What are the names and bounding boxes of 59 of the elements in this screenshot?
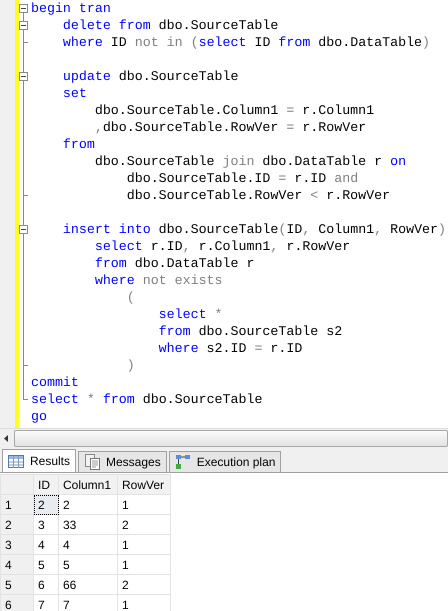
code-line: where ID not in (select ID from dbo.DataTable) <box>62 34 430 51</box>
code-line: delete from dbo.SourceTable <box>62 17 278 34</box>
code-line: from <box>62 136 95 153</box>
column-header[interactable]: ID <box>34 474 58 494</box>
table-cell: 5 <box>58 554 118 574</box>
code-line: dbo.SourceTable.Column1 = r.Column1 <box>94 102 374 119</box>
code-line: dbo.SourceTable.ID = r.ID and <box>126 170 358 187</box>
code-line: from dbo.DataTable r <box>94 255 254 272</box>
code-line: begin tran <box>31 0 111 17</box>
table-cell: 3 <box>34 514 58 534</box>
collapse-icon[interactable] <box>19 72 28 81</box>
code-line: select * from dbo.SourceTable <box>31 391 262 408</box>
row-header[interactable]: 6 <box>0 594 34 611</box>
code-line: where s2.ID = r.ID <box>158 340 302 357</box>
collapse-icon[interactable] <box>19 4 28 13</box>
table-cell: 33 <box>58 514 118 534</box>
code-line: from dbo.SourceTable s2 <box>158 323 342 340</box>
row-header[interactable]: 3 <box>0 534 34 554</box>
table-cell: 66 <box>58 574 118 594</box>
column-header[interactable]: Column1 <box>58 474 118 494</box>
code-line: where not exists <box>94 272 223 289</box>
table-cell: 2 <box>118 514 170 534</box>
code-line: go <box>31 408 47 425</box>
code-line: set <box>62 85 87 102</box>
results-tab[interactable]: Execution plan <box>168 451 282 472</box>
code-line: commit <box>31 374 79 391</box>
plan-icon <box>174 454 191 470</box>
document-icon <box>84 454 100 470</box>
scroll-left-icon[interactable] <box>4 435 8 442</box>
column-header[interactable]: RowVer <box>118 474 170 494</box>
code-line: ) <box>126 357 135 374</box>
table-cell: 2 <box>118 574 170 594</box>
table-cell: 1 <box>118 554 170 574</box>
row-header[interactable]: 2 <box>0 514 34 534</box>
table-cell: 1 <box>118 534 170 554</box>
table-cell: 5 <box>34 554 58 574</box>
table-cell: 6 <box>34 574 58 594</box>
table-cell: 1 <box>118 494 170 514</box>
code-line: select * <box>158 306 223 323</box>
results-tab[interactable]: Results <box>2 449 76 472</box>
scrollbar-thumb[interactable] <box>14 430 448 447</box>
collapse-icon[interactable] <box>19 225 28 234</box>
code-line: ,dbo.SourceTable.RowVer = r.RowVer <box>94 119 366 136</box>
table-cell: 4 <box>34 534 58 554</box>
table-cell: 2 <box>34 494 58 514</box>
collapse-icon[interactable] <box>19 21 28 30</box>
code-line: ( <box>126 289 135 306</box>
results-tab[interactable]: Messages <box>78 451 167 472</box>
code-line: update dbo.SourceTable <box>62 68 238 85</box>
row-header[interactable]: 1 <box>0 494 34 514</box>
table-cell: 4 <box>58 534 118 554</box>
grid-icon <box>8 454 24 468</box>
code-line: dbo.SourceTable join dbo.DataTable r on <box>94 153 406 170</box>
table-cell: 2 <box>58 494 118 514</box>
code-line: select r.ID, r.Column1, r.RowVer <box>94 238 350 255</box>
row-header[interactable]: 5 <box>0 574 34 594</box>
code-line: dbo.SourceTable.RowVer < r.RowVer <box>126 187 390 204</box>
code-line: insert into dbo.SourceTable(ID, Column1, RowVer) <box>62 221 446 238</box>
row-header[interactable]: 4 <box>0 554 34 574</box>
